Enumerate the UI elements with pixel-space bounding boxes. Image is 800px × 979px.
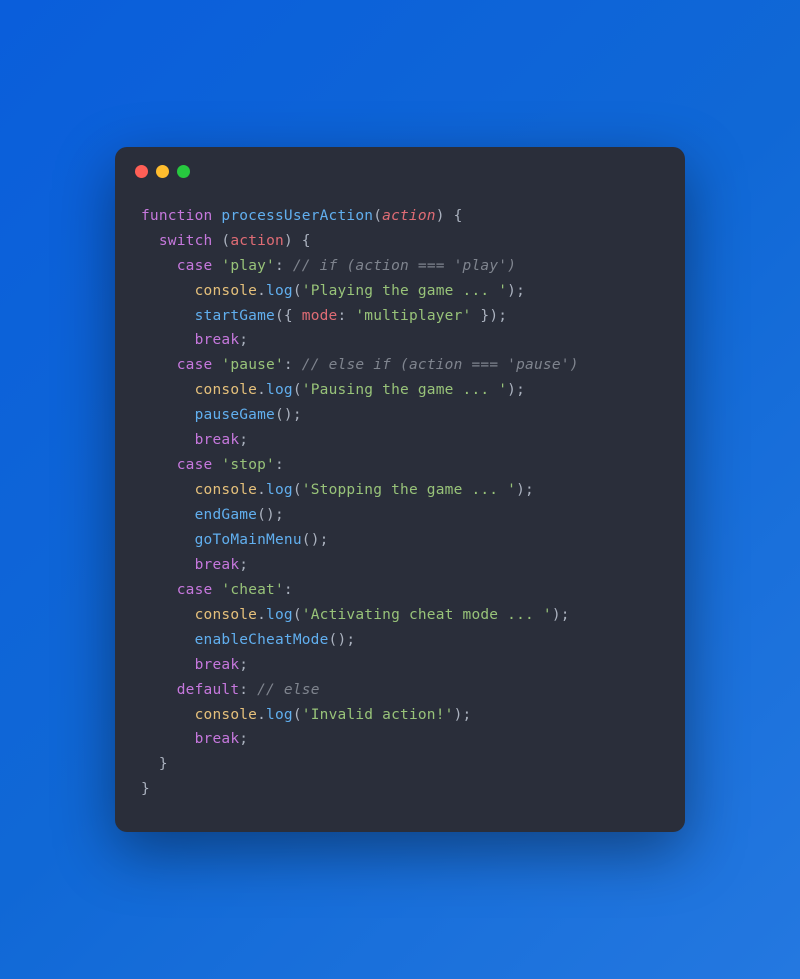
code-line: default: // else bbox=[177, 682, 320, 698]
close-icon[interactable] bbox=[135, 165, 148, 178]
code-window: function processUserAction(action) { swi… bbox=[115, 147, 685, 833]
code-line: function processUserAction(action) { bbox=[141, 208, 463, 224]
code-line: endGame(); bbox=[195, 507, 284, 523]
code-line: enableCheatMode(); bbox=[195, 632, 356, 648]
code-line: console.log('Stopping the game ... '); bbox=[195, 482, 534, 498]
code-line: case 'cheat': bbox=[177, 582, 293, 598]
code-line: goToMainMenu(); bbox=[195, 532, 329, 548]
code-line: break; bbox=[195, 332, 249, 348]
code-line: console.log('Invalid action!'); bbox=[195, 707, 472, 723]
maximize-icon[interactable] bbox=[177, 165, 190, 178]
code-line: case 'pause': // else if (action === 'pa… bbox=[177, 357, 579, 373]
window-titlebar bbox=[115, 147, 685, 186]
code-line: pauseGame(); bbox=[195, 407, 302, 423]
code-line: startGame({ mode: 'multiplayer' }); bbox=[195, 308, 508, 324]
code-line: console.log('Activating cheat mode ... '… bbox=[195, 607, 570, 623]
code-block: function processUserAction(action) { swi… bbox=[115, 186, 685, 833]
code-line: } bbox=[159, 756, 168, 772]
code-line: break; bbox=[195, 432, 249, 448]
code-line: break; bbox=[195, 657, 249, 673]
code-line: console.log('Playing the game ... '); bbox=[195, 283, 525, 299]
code-line: case 'play': // if (action === 'play') bbox=[177, 258, 516, 274]
code-line: switch (action) { bbox=[159, 233, 311, 249]
code-line: break; bbox=[195, 557, 249, 573]
code-line: console.log('Pausing the game ... '); bbox=[195, 382, 525, 398]
code-line: break; bbox=[195, 731, 249, 747]
code-line: } bbox=[141, 781, 150, 797]
code-line: case 'stop': bbox=[177, 457, 284, 473]
minimize-icon[interactable] bbox=[156, 165, 169, 178]
